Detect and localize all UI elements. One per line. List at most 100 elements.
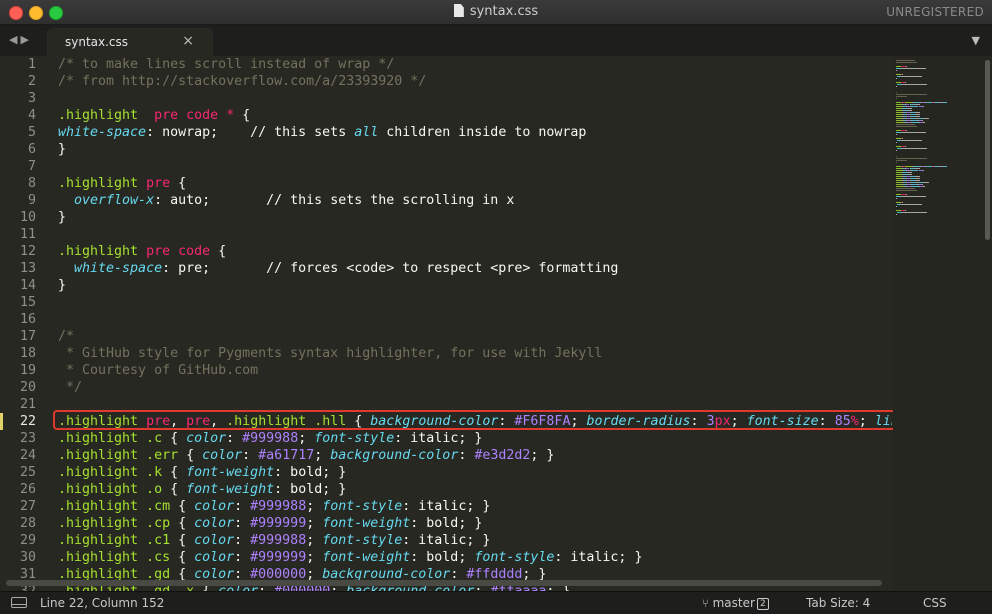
line-number: 9 <box>0 192 36 209</box>
line-number: 22 <box>0 413 36 430</box>
tab-navigation-arrows-icon[interactable]: ◀▶ <box>9 33 32 46</box>
line-number: 29 <box>0 532 36 549</box>
minimap-line <box>896 138 901 139</box>
minimap-line <box>896 194 901 195</box>
vertical-scrollbar[interactable] <box>985 60 990 240</box>
line-number-gutter: 1234567891011121314151617181920212223242… <box>0 56 44 591</box>
minimap-line <box>896 202 901 203</box>
minimap-line <box>905 146 906 147</box>
code-line: .highlight .err { color: #a61717; backgr… <box>58 447 554 464</box>
minimap-line <box>896 124 915 125</box>
minimap-line <box>896 156 897 157</box>
minimap-line <box>908 110 912 111</box>
git-branch-indicator[interactable]: ⑂master2 <box>702 596 769 610</box>
line-number: 18 <box>0 345 36 362</box>
minimap-line <box>902 202 903 203</box>
code-line: overflow-x: auto; // this sets the scrol… <box>58 192 514 209</box>
minimap-line <box>915 104 920 105</box>
code-line: */ <box>58 379 82 396</box>
minimap-line <box>908 174 912 175</box>
minimap-line <box>896 106 903 107</box>
code-line: } <box>58 277 66 294</box>
title-bar: syntax.css UNREGISTERED <box>0 0 992 25</box>
minimap-line <box>912 122 919 123</box>
syntax-selector[interactable]: CSS <box>923 596 947 610</box>
code-line: .highlight .c1 { color: #999988; font-st… <box>58 532 490 549</box>
minimap-line <box>902 212 928 213</box>
tab-close-icon[interactable]: × <box>182 33 194 49</box>
minimap-line <box>896 186 904 187</box>
code-line: /* to make lines scroll instead of wrap … <box>58 56 394 73</box>
window-title: syntax.css <box>0 4 992 19</box>
registration-status: UNREGISTERED <box>886 5 984 19</box>
line-number: 14 <box>0 277 36 294</box>
current-line-marker <box>0 413 3 430</box>
minimap-line <box>923 106 924 107</box>
minimap-line <box>896 158 927 159</box>
line-number: 7 <box>0 158 36 175</box>
minimap[interactable] <box>893 56 992 591</box>
minimap-line <box>906 194 907 195</box>
minimap-line <box>942 102 947 103</box>
line-number: 12 <box>0 243 36 260</box>
code-line: .highlight .c { color: #999988; font-sty… <box>58 430 482 447</box>
panel-toggle-icon[interactable] <box>11 597 27 608</box>
line-number: 23 <box>0 430 36 447</box>
minimap-line <box>923 122 924 123</box>
horizontal-scrollbar[interactable] <box>6 580 882 586</box>
minimap-line <box>911 170 918 171</box>
code-editor[interactable]: /* to make lines scroll instead of wrap … <box>58 56 892 591</box>
minimap-line <box>914 166 921 167</box>
tab-syntax-css[interactable]: syntax.css × <box>47 28 213 56</box>
minimap-line <box>916 178 920 179</box>
minimap-line <box>896 190 917 191</box>
minimap-line <box>912 186 919 187</box>
tab-menu-chevron-down-icon[interactable]: ▼ <box>972 34 980 47</box>
code-line: white-space: nowrap; // this sets all ch… <box>58 124 586 141</box>
minimap-line <box>922 120 923 121</box>
minimap-line <box>916 114 920 115</box>
minimap-line <box>896 60 915 61</box>
line-number: 3 <box>0 90 36 107</box>
line-number: 21 <box>0 396 36 413</box>
minimap-line <box>914 102 921 103</box>
minimap-line <box>896 66 901 67</box>
branch-name: master <box>713 596 755 610</box>
line-number: 20 <box>0 379 36 396</box>
minimap-line <box>911 120 918 121</box>
code-line: .highlight pre code { <box>58 243 226 260</box>
highlight-annotation-box <box>53 410 896 430</box>
tab-size-selector[interactable]: Tab Size: 4 <box>806 596 870 610</box>
code-line: .highlight pre code * { <box>58 107 250 124</box>
line-number: 25 <box>0 464 36 481</box>
minimap-line <box>896 170 903 171</box>
minimap-line <box>906 66 907 67</box>
minimap-line <box>896 98 897 99</box>
minimap-line <box>896 162 897 163</box>
minimap-line <box>896 160 907 161</box>
minimap-line <box>902 138 903 139</box>
minimap-line <box>896 188 915 189</box>
line-number: 15 <box>0 294 36 311</box>
minimap-line <box>914 196 926 197</box>
line-number: 27 <box>0 498 36 515</box>
minimap-line <box>905 102 912 103</box>
minimap-line <box>896 94 927 95</box>
minimap-line <box>896 62 917 63</box>
branch-badge: 2 <box>757 598 769 610</box>
minimap-line <box>896 130 901 131</box>
minimap-line <box>914 68 926 69</box>
line-number: 28 <box>0 515 36 532</box>
minimap-line <box>901 68 913 69</box>
minimap-line <box>942 166 947 167</box>
minimap-line <box>896 92 897 93</box>
status-bar: Line 22, Column 152 ⑂master2 Tab Size: 4… <box>0 591 992 614</box>
line-number: 26 <box>0 481 36 498</box>
minimap-line <box>896 122 904 123</box>
minimap-line <box>924 182 929 183</box>
code-line: } <box>58 141 66 158</box>
minimap-line <box>915 112 920 113</box>
minimap-line <box>923 170 924 171</box>
code-line: } <box>58 209 66 226</box>
minimap-line <box>901 76 921 77</box>
